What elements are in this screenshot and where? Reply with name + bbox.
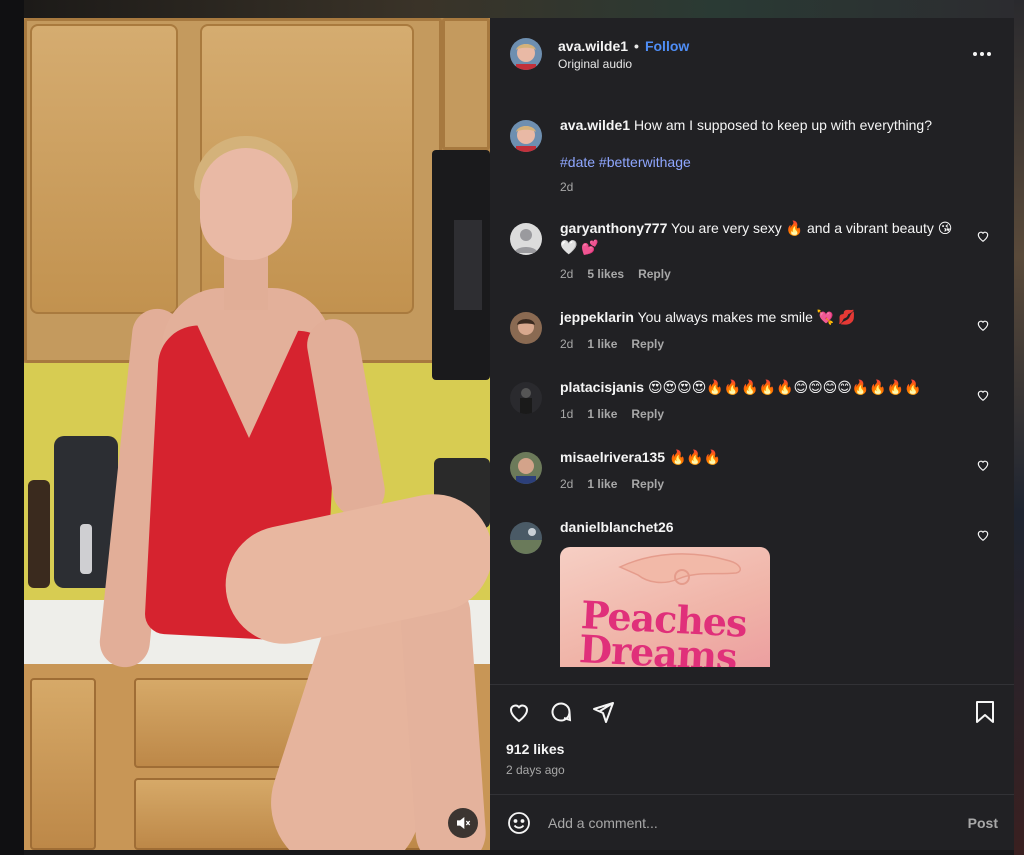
- comment-username[interactable]: misaelrivera135: [560, 449, 665, 465]
- gif-text: Peaches Dreams: [578, 592, 748, 667]
- bottom-edge: [24, 850, 1014, 855]
- commenter-avatar[interactable]: [510, 522, 542, 554]
- comment-username[interactable]: platacisjanis: [560, 379, 644, 395]
- commenter-avatar[interactable]: [510, 452, 542, 484]
- comment-item: jeppeklarin You always makes me smile 💘 …: [510, 308, 994, 354]
- comment-item: garyanthony777 You are very sexy 🔥 and a…: [510, 219, 994, 284]
- commenter-avatar[interactable]: [510, 312, 542, 344]
- more-options-button[interactable]: [970, 42, 994, 66]
- comment-text: 🔥🔥🔥: [668, 449, 722, 465]
- more-horizontal-icon: [973, 52, 991, 56]
- comment-username[interactable]: jeppeklarin: [560, 309, 634, 325]
- like-comment-heart-icon[interactable]: [976, 528, 990, 542]
- comment-composer: Post: [490, 794, 1014, 850]
- commenter-avatar[interactable]: [510, 382, 542, 414]
- author-avatar[interactable]: [510, 38, 542, 70]
- post-modal: ava.wilde1 • Follow Original audio ava.w…: [24, 18, 1014, 850]
- like-comment-heart-icon[interactable]: [976, 388, 990, 402]
- comment-time: 2d: [560, 337, 574, 351]
- reply-button[interactable]: Reply: [631, 405, 664, 424]
- post-video[interactable]: [24, 18, 490, 850]
- comment-likes[interactable]: 1 like: [587, 475, 617, 494]
- comment-text: You always makes me smile 💘 💋: [637, 309, 856, 325]
- comment-button[interactable]: [548, 699, 574, 725]
- speech-bubble-icon: [551, 702, 572, 722]
- like-button[interactable]: [506, 699, 532, 725]
- comment-item: danielblanchet26 Peaches Dreams: [510, 518, 994, 667]
- video-frame: [24, 18, 490, 850]
- right-edge: [1014, 0, 1024, 855]
- like-comment-heart-icon[interactable]: [976, 229, 990, 243]
- post-actions: 912 likes 2 days ago: [490, 684, 1014, 794]
- caption-time: 2d: [560, 180, 574, 194]
- post-side-panel: ava.wilde1 • Follow Original audio ava.w…: [490, 18, 1014, 850]
- left-edge: [0, 0, 24, 855]
- smiley-icon: [508, 811, 530, 834]
- separator-dot: •: [634, 37, 639, 54]
- post-header: ava.wilde1 • Follow Original audio: [490, 18, 1014, 90]
- comment-likes[interactable]: 5 likes: [587, 265, 624, 284]
- comment-likes[interactable]: 1 like: [587, 405, 617, 424]
- reply-button[interactable]: Reply: [638, 265, 671, 284]
- heart-icon: [509, 704, 529, 723]
- comment-text: 😍😍😍😍🔥🔥🔥🔥🔥😊😊😊😊🔥🔥🔥🔥: [647, 379, 922, 395]
- caption-text: How am I supposed to keep up with everyt…: [633, 117, 932, 133]
- comment-item: misaelrivera135 🔥🔥🔥 2d 1 like Reply: [510, 448, 994, 494]
- share-button[interactable]: [590, 699, 616, 725]
- muted-speaker-icon: [457, 816, 471, 830]
- comments-list[interactable]: ava.wilde1 How am I supposed to keep up …: [490, 90, 1014, 684]
- audio-label[interactable]: Original audio: [558, 57, 689, 71]
- reply-button[interactable]: Reply: [631, 475, 664, 494]
- post-comment-button[interactable]: Post: [968, 815, 998, 831]
- author-avatar[interactable]: [510, 120, 542, 152]
- like-comment-heart-icon[interactable]: [976, 458, 990, 472]
- likes-count[interactable]: 912 likes: [506, 741, 998, 757]
- bookmark-icon: [976, 701, 994, 723]
- author-username[interactable]: ava.wilde1: [558, 38, 628, 54]
- caption-username[interactable]: ava.wilde1: [560, 117, 630, 133]
- emoji-button[interactable]: [506, 810, 532, 836]
- comment-username[interactable]: garyanthony777: [560, 220, 667, 236]
- comment-username[interactable]: danielblanchet26: [560, 519, 674, 535]
- post-time-ago: 2 days ago: [506, 763, 565, 777]
- like-comment-heart-icon[interactable]: [976, 318, 990, 332]
- save-button[interactable]: [972, 699, 998, 725]
- paper-plane-icon: [593, 702, 614, 723]
- caption-entry: ava.wilde1 How am I supposed to keep up …: [510, 116, 994, 197]
- mute-button[interactable]: [448, 808, 478, 838]
- reply-button[interactable]: Reply: [631, 335, 664, 354]
- comment-input[interactable]: [548, 814, 928, 831]
- comment-time: 2d: [560, 267, 574, 281]
- gif-sticker[interactable]: Peaches Dreams: [560, 547, 770, 667]
- follow-button[interactable]: Follow: [645, 38, 689, 54]
- top-edge: [24, 0, 1014, 18]
- comment-time: 1d: [560, 407, 574, 421]
- commenter-avatar[interactable]: [510, 223, 542, 255]
- comment-time: 2d: [560, 477, 574, 491]
- comment-item: platacisjanis 😍😍😍😍🔥🔥🔥🔥🔥😊😊😊😊🔥🔥🔥🔥 1d 1 lik…: [510, 378, 994, 424]
- comment-likes[interactable]: 1 like: [587, 335, 617, 354]
- caption-hashtags[interactable]: #date #betterwithage: [560, 153, 970, 172]
